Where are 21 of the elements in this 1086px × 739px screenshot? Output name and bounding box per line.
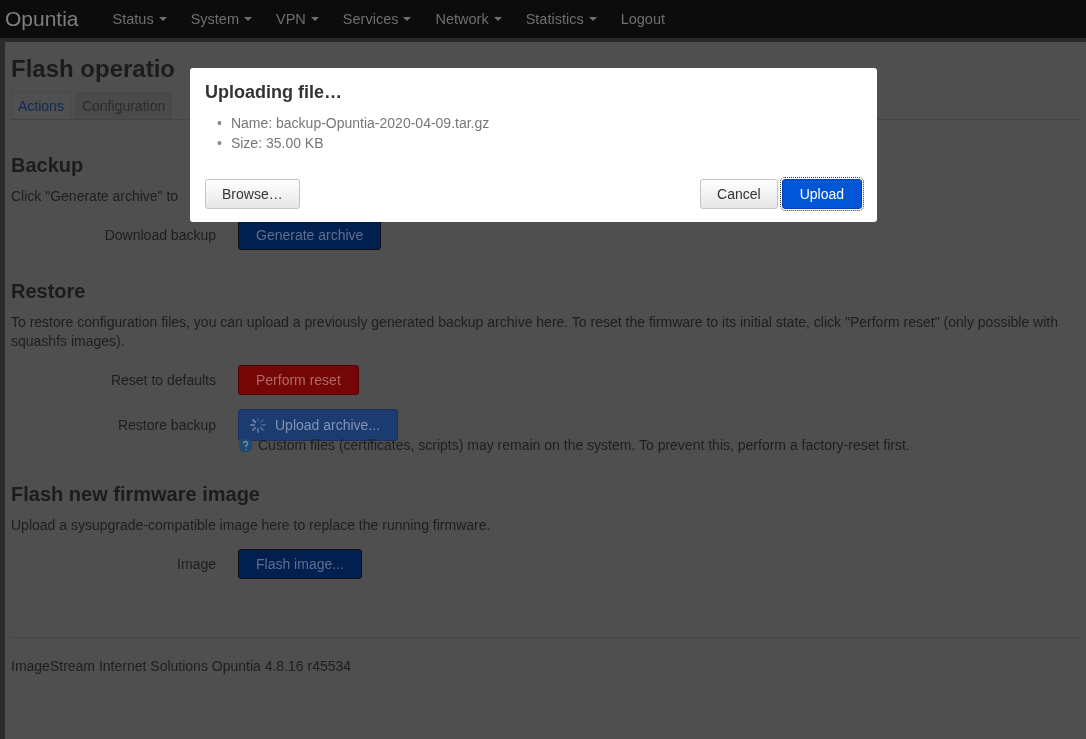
nav-menu-item[interactable]: Network — [423, 11, 514, 27]
brand-logo[interactable]: Opuntia — [5, 7, 79, 31]
nav-menu-item[interactable]: Services — [330, 11, 424, 27]
nav-menu-item[interactable]: Status — [100, 11, 179, 27]
nav-menu-item[interactable]: System — [178, 11, 264, 27]
dialog-button[interactable]: Browse… — [205, 179, 300, 209]
dialog-title: Uploading file… — [205, 82, 343, 103]
spinner-icon — [249, 416, 267, 434]
nav-menu-item[interactable]: VPN — [264, 11, 331, 27]
dialog-button[interactable]: Upload — [781, 179, 862, 209]
action-button[interactable]: Flash image... — [238, 549, 362, 579]
action-button[interactable]: Generate archive — [238, 220, 382, 250]
nav-menu-item[interactable]: Statistics — [513, 11, 609, 27]
dialog-button[interactable]: Cancel — [700, 179, 778, 209]
list-bullet: • — [217, 134, 222, 153]
list-bullet: • — [217, 114, 222, 133]
file-info-item: Size: 35.00 KB — [230, 134, 324, 153]
help-icon — [238, 437, 253, 453]
file-info-item: Name: backup-Opuntia-2020-04-09.tar.gz — [230, 114, 490, 133]
nav-menu-item[interactable]: Logout — [608, 11, 677, 27]
reset-button[interactable]: Perform reset — [238, 365, 359, 395]
